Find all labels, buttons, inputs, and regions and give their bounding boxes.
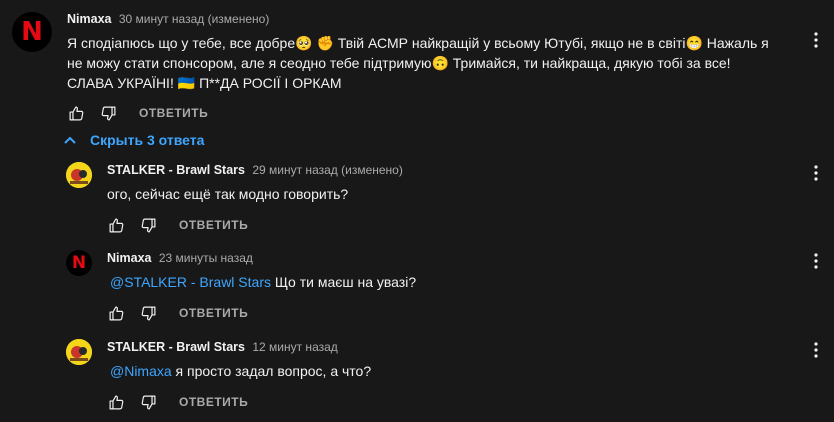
more-vertical-icon bbox=[814, 342, 818, 358]
comment-meta: STALKER - Brawl Stars 29 минут назад (из… bbox=[107, 163, 403, 177]
dislike-button[interactable] bbox=[138, 303, 158, 323]
ukraine-flags: 🇺🇦 bbox=[177, 75, 196, 91]
thumbs-down-icon bbox=[141, 306, 155, 320]
comment-timestamp[interactable]: 23 минуты назад bbox=[159, 251, 253, 265]
thumbs-down-icon bbox=[141, 218, 155, 232]
author-avatar[interactable]: N bbox=[12, 12, 52, 52]
reply-mention[interactable]: @Nimaxa bbox=[110, 363, 172, 379]
comment-menu-button[interactable] bbox=[806, 163, 826, 183]
thumbs-up-icon bbox=[109, 218, 123, 232]
netflix-logo-icon: N bbox=[21, 17, 43, 47]
comment-timestamp[interactable]: 29 минут назад (изменено) bbox=[252, 163, 403, 177]
reply-text: Що ти маєш на увазі? bbox=[271, 274, 417, 290]
comment-actions: ОТВЕТИТЬ bbox=[66, 103, 208, 123]
reply-mention[interactable]: @STALKER - Brawl Stars bbox=[110, 274, 271, 290]
author-name[interactable]: Nimaxa bbox=[67, 12, 111, 26]
like-button[interactable] bbox=[106, 303, 126, 323]
comment-text: @STALKER - Brawl Stars Що ти маєш на ува… bbox=[110, 272, 416, 292]
comment-meta: Nimaxa 30 минут назад (изменено) bbox=[67, 12, 269, 26]
reply-text: я просто задал вопрос, а что? bbox=[171, 363, 372, 379]
comment-actions: ОТВЕТИТЬ bbox=[106, 303, 248, 323]
thumbs-up-icon bbox=[109, 395, 123, 409]
author-name[interactable]: STALKER - Brawl Stars bbox=[107, 163, 245, 177]
author-avatar[interactable] bbox=[66, 162, 92, 188]
thumbs-down-icon bbox=[141, 395, 155, 409]
more-vertical-icon bbox=[814, 32, 818, 48]
thumbs-up-icon bbox=[109, 306, 123, 320]
author-avatar[interactable] bbox=[66, 339, 92, 365]
hide-replies-label: Скрыть 3 ответа bbox=[90, 132, 205, 148]
comment-actions: ОТВЕТИТЬ bbox=[106, 392, 248, 412]
reply-button[interactable]: ОТВЕТИТЬ bbox=[179, 218, 248, 232]
comment-text: @Nimaxa я просто задал вопрос, а что? bbox=[110, 361, 371, 381]
comment-text: Я сподіапюсь що у тебе, все добре🥺 ✊ Тві… bbox=[67, 33, 777, 93]
thumbs-down-icon bbox=[101, 106, 115, 120]
more-vertical-icon bbox=[814, 165, 818, 181]
dislike-button[interactable] bbox=[138, 215, 158, 235]
author-name[interactable]: STALKER - Brawl Stars bbox=[107, 340, 245, 354]
like-button[interactable] bbox=[106, 215, 126, 235]
dislike-button[interactable] bbox=[98, 103, 118, 123]
comment-timestamp[interactable]: 30 минут назад (изменено) bbox=[119, 12, 270, 26]
like-button[interactable] bbox=[66, 103, 86, 123]
stalker-avatar-icon bbox=[66, 339, 92, 365]
thumbs-up-icon bbox=[69, 106, 83, 120]
comment-menu-button[interactable] bbox=[806, 340, 826, 360]
comment-timestamp[interactable]: 12 минут назад bbox=[252, 340, 337, 354]
netflix-logo-icon: N bbox=[71, 253, 87, 273]
reply-button[interactable]: ОТВЕТИТЬ bbox=[179, 306, 248, 320]
comment-menu-button[interactable] bbox=[806, 30, 826, 50]
reply-text: ого, сейчас ещё так модно говорить? bbox=[107, 186, 349, 202]
chevron-up-icon bbox=[64, 136, 76, 144]
comment-actions: ОТВЕТИТЬ bbox=[106, 215, 248, 235]
comment-meta: STALKER - Brawl Stars 12 минут назад bbox=[107, 340, 338, 354]
comment-meta: Nimaxa 23 минуты назад bbox=[107, 251, 253, 265]
comment-text-main: Я сподіапюсь що у тебе, все добре🥺 ✊ Тві… bbox=[67, 35, 769, 91]
reply-button[interactable]: ОТВЕТИТЬ bbox=[179, 395, 248, 409]
like-button[interactable] bbox=[106, 392, 126, 412]
dislike-button[interactable] bbox=[138, 392, 158, 412]
stalker-avatar-icon bbox=[66, 162, 92, 188]
hide-replies-toggle[interactable]: Скрыть 3 ответа bbox=[64, 132, 204, 148]
more-vertical-icon bbox=[814, 253, 818, 269]
author-avatar[interactable]: N bbox=[66, 250, 92, 276]
comment-text-end: П**ДА РОСІЇ І ОРКАМ bbox=[199, 75, 342, 91]
comment-text: ого, сейчас ещё так модно говорить? bbox=[107, 184, 348, 204]
author-name[interactable]: Nimaxa bbox=[107, 251, 151, 265]
reply-button[interactable]: ОТВЕТИТЬ bbox=[139, 106, 208, 120]
comment-menu-button[interactable] bbox=[806, 251, 826, 271]
